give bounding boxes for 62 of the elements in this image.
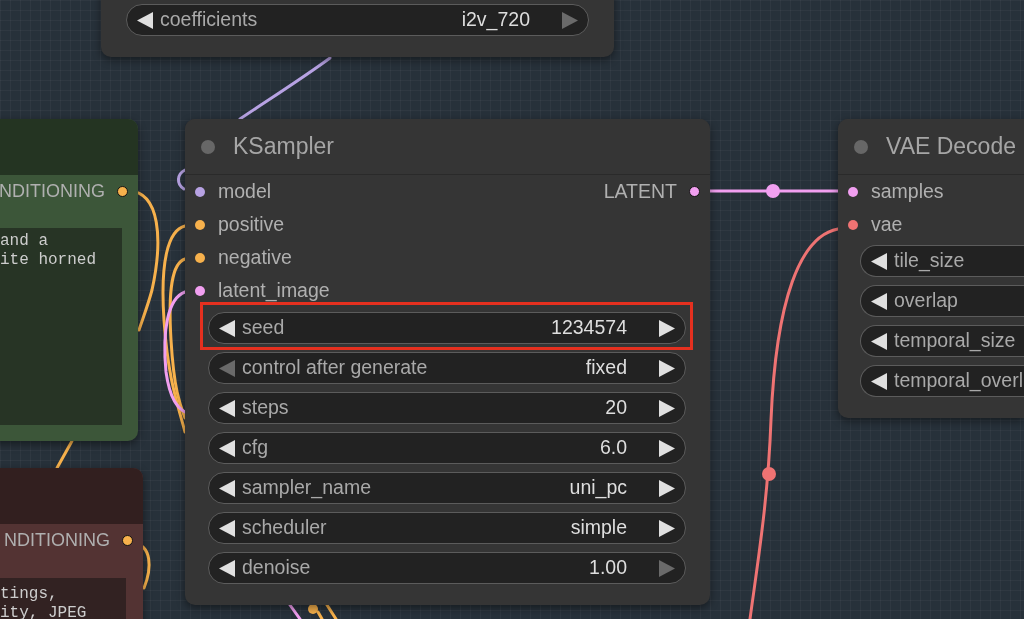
left-arrow-icon[interactable] <box>871 252 887 270</box>
right-arrow-icon[interactable] <box>659 479 675 497</box>
slot-dot-icon[interactable] <box>195 252 205 263</box>
left-arrow-icon[interactable] <box>219 399 235 417</box>
slot-dot-icon[interactable] <box>117 186 128 197</box>
input-label: vae <box>871 213 903 236</box>
stepper-control[interactable]: temporal_size <box>860 325 1024 357</box>
wire-dot-icon <box>308 604 318 614</box>
prompt-text-field[interactable]: and a ite horned <box>0 228 122 425</box>
left-arrow-icon[interactable] <box>871 292 887 310</box>
left-arrow-icon[interactable] <box>219 439 235 457</box>
right-arrow-icon[interactable] <box>659 399 675 417</box>
right-arrow-icon[interactable] <box>659 439 675 457</box>
left-arrow-icon[interactable] <box>219 479 235 497</box>
right-arrow-icon[interactable] <box>659 519 675 537</box>
stepper-control[interactable]: cfg 6.0 <box>208 432 686 464</box>
output-label: NDITIONING <box>4 530 110 551</box>
left-arrow-icon[interactable] <box>871 372 887 390</box>
stepper-control[interactable]: control after generate fixed <box>208 352 686 384</box>
stepper-control[interactable]: steps 20 <box>208 392 686 424</box>
stepper-control[interactable]: overlap <box>860 285 1024 317</box>
slot-dot-icon[interactable] <box>195 219 205 230</box>
slot-dot-icon[interactable] <box>195 285 205 296</box>
node-dot-icon[interactable] <box>854 139 868 154</box>
stepper-control[interactable]: scheduler simple <box>208 512 686 544</box>
wire-dot-icon <box>762 467 776 481</box>
left-arrow-icon[interactable] <box>219 319 235 337</box>
node-title: KSampler <box>233 133 334 160</box>
link-wire <box>288 603 302 619</box>
left-arrow-icon[interactable] <box>219 519 235 537</box>
slot-dot-icon[interactable] <box>848 219 858 230</box>
link-wire <box>55 439 74 470</box>
stepper-control[interactable]: temporal_overl <box>860 365 1024 397</box>
right-arrow-icon[interactable] <box>659 319 675 337</box>
input-label: model <box>218 180 272 203</box>
stepper-control[interactable]: sampler_name uni_pc <box>208 472 686 504</box>
stepper-control[interactable]: denoise 1.00 <box>208 552 686 584</box>
wire-dot-icon <box>766 184 780 198</box>
left-arrow-icon[interactable] <box>137 11 153 29</box>
node-panel[interactable]: coefficients i2v_720 <box>101 0 614 57</box>
stepper-control[interactable]: coefficients i2v_720 <box>126 4 589 36</box>
input-label: positive <box>218 213 285 236</box>
left-arrow-icon[interactable] <box>871 332 887 350</box>
output-label: NDITIONING <box>0 181 105 202</box>
node-dot-icon[interactable] <box>201 139 215 154</box>
link-wire <box>177 168 187 191</box>
left-arrow-icon[interactable] <box>219 559 235 577</box>
input-label: latent_image <box>218 279 330 302</box>
node-panel[interactable]: NDITIONING and a ite horned <box>0 119 138 441</box>
output-label: LATENT <box>603 180 677 203</box>
right-arrow-icon[interactable] <box>659 359 675 377</box>
slot-dot-icon[interactable] <box>689 186 700 197</box>
node-title: VAE Decode <box>886 133 1016 160</box>
node-panel[interactable]: KSampler model LATENT positive negative latent_image seed 1234574 control after generate fixed steps 20 cfg 6.0 sampler_name uni_pc scheduler simple denoise 1.00 <box>185 119 710 605</box>
input-label: samples <box>871 180 944 203</box>
stepper-control[interactable]: tile_size <box>860 245 1024 277</box>
node-panel[interactable]: VAE Decode samples vae tile_size overlap temporal_size temporal_overl <box>838 119 1024 418</box>
stepper-control[interactable]: seed 1234574 <box>208 312 686 344</box>
input-label: negative <box>218 246 292 269</box>
slot-dot-icon[interactable] <box>848 186 858 197</box>
slot-dot-icon[interactable] <box>122 535 133 546</box>
slot-dot-icon[interactable] <box>195 186 205 197</box>
